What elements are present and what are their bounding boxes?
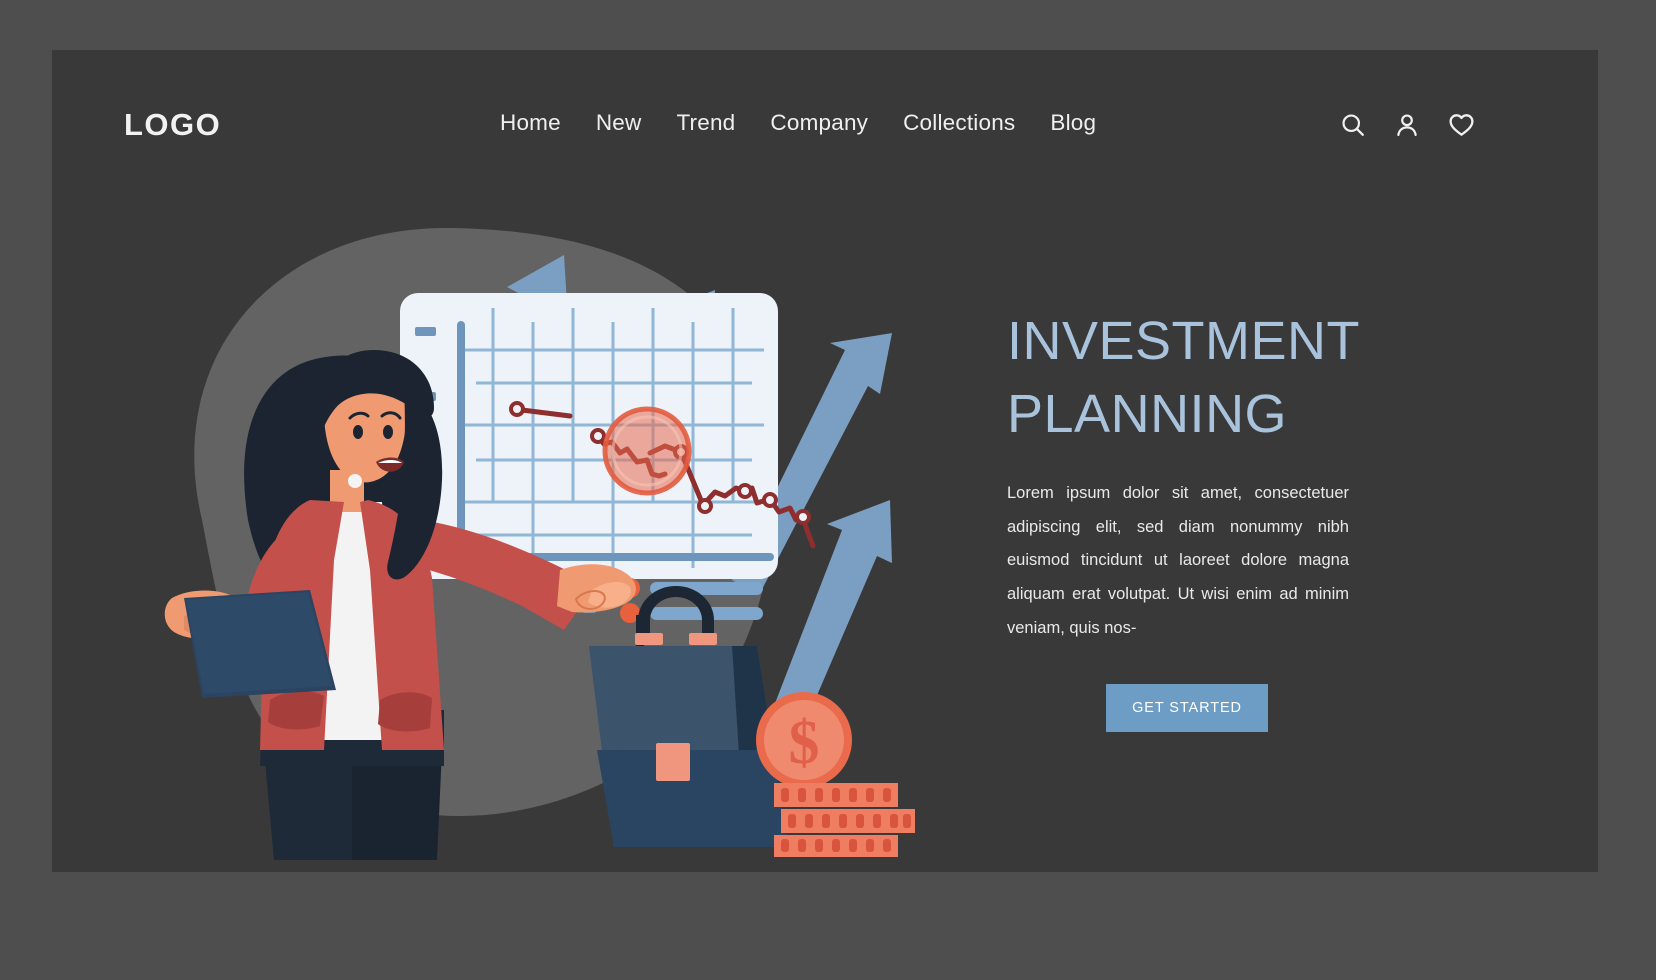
nav-item-new[interactable]: New [596,110,642,136]
magnifier-circle [602,406,692,496]
nav-item-trend[interactable]: Trend [676,110,735,136]
page-title: INVESTMENT PLANNING [1007,311,1360,444]
main-nav: Home New Trend Company Collections Blog [500,110,1096,136]
hero-text-column: INVESTMENT PLANNING Lorem ipsum dolor si… [1007,305,1367,732]
dollar-coin: $ [756,692,852,788]
page-root: $ LOGO Home New Trend Company Collection… [0,0,1656,980]
nav-item-collections[interactable]: Collections [903,110,1015,136]
user-icon[interactable] [1393,111,1421,144]
nav-item-blog[interactable]: Blog [1050,110,1096,136]
hero-illustration: $ [52,50,952,872]
heart-icon[interactable] [1447,110,1476,144]
search-icon[interactable] [1339,111,1367,144]
header-icons [1339,110,1476,144]
get-started-button[interactable]: GET STARTED [1106,683,1268,732]
svg-text:$: $ [789,709,820,777]
nav-item-home[interactable]: Home [500,110,561,136]
hero-canvas: $ LOGO Home New Trend Company Collection… [52,50,1598,872]
hero-description: Lorem ipsum dolor sit amet, consectetuer… [1007,483,1349,638]
nav-item-company[interactable]: Company [770,110,868,136]
coin-stack [774,783,915,857]
logo[interactable]: LOGO [124,107,221,143]
